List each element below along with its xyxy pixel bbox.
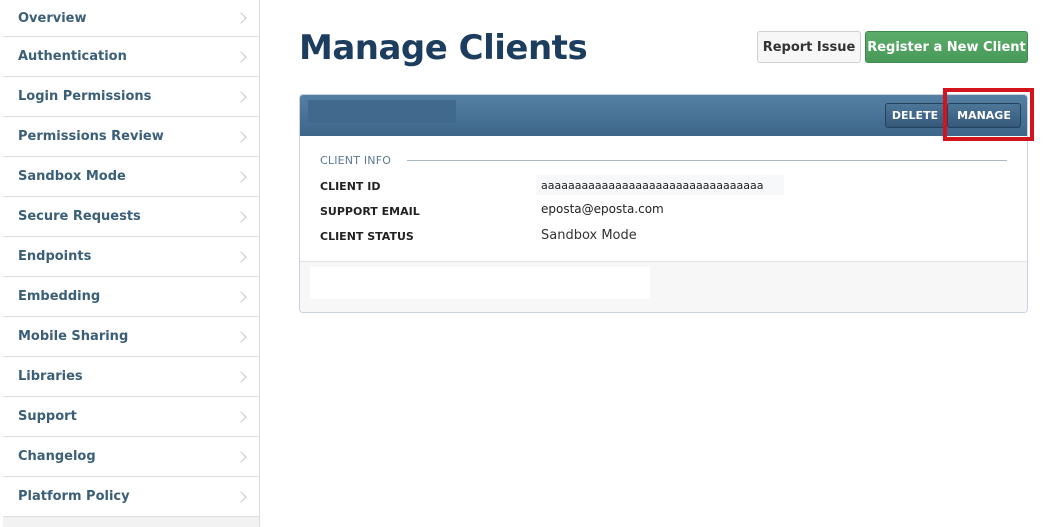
footer-redacted-area [310, 267, 650, 299]
chevron-right-icon [235, 170, 247, 183]
sidebar-item-platform-policy[interactable]: Platform Policy [3, 477, 259, 517]
client-panel-footer [300, 261, 1027, 312]
divider [407, 160, 1007, 161]
sidebar-item-overview[interactable]: Overview [3, 0, 259, 37]
chevron-right-icon [235, 370, 247, 383]
sidebar-item-label: Secure Requests [18, 209, 141, 224]
sidebar-item-sandbox-mode[interactable]: Sandbox Mode [3, 157, 259, 197]
client-name-redacted [308, 100, 456, 123]
client-info-heading: CLIENT INFO [320, 154, 392, 167]
sidebar-item-label: Permissions Review [18, 129, 164, 144]
sidebar-item-label: Sandbox Mode [18, 169, 126, 184]
sidebar: Overview Authentication Login Permission… [3, 0, 260, 527]
chevron-right-icon [235, 12, 247, 24]
client-id-label: CLIENT ID [320, 180, 381, 193]
sidebar-item-label: Endpoints [18, 249, 92, 264]
page-title: Manage Clients [299, 28, 588, 68]
delete-button[interactable]: DELETE [885, 103, 945, 128]
sidebar-item-label: Overview [18, 10, 87, 26]
sidebar-item-label: Mobile Sharing [18, 329, 129, 344]
sidebar-item-changelog[interactable]: Changelog [3, 437, 259, 477]
chevron-right-icon [235, 50, 247, 63]
chevron-right-icon [235, 210, 247, 223]
support-email-label: SUPPORT EMAIL [320, 205, 420, 218]
sidebar-item-permissions-review[interactable]: Permissions Review [3, 117, 259, 157]
sidebar-item-libraries[interactable]: Libraries [3, 357, 259, 397]
sidebar-item-label: Login Permissions [18, 89, 152, 104]
sidebar-item-label: Embedding [18, 289, 101, 304]
sidebar-item-endpoints[interactable]: Endpoints [3, 237, 259, 277]
sidebar-item-label: Libraries [18, 369, 83, 384]
sidebar-item-mobile-sharing[interactable]: Mobile Sharing [3, 317, 259, 357]
sidebar-item-label: Authentication [18, 49, 127, 64]
client-panel: DELETE MANAGE CLIENT INFO CLIENT ID aaaa… [299, 94, 1028, 313]
chevron-right-icon [235, 450, 247, 463]
sidebar-item-authentication[interactable]: Authentication [3, 37, 259, 77]
register-new-client-button[interactable]: Register a New Client [865, 31, 1028, 63]
chevron-right-icon [235, 290, 247, 303]
sidebar-item-label: Changelog [18, 449, 96, 464]
chevron-right-icon [235, 330, 247, 343]
client-id-value: aaaaaaaaaaaaaaaaaaaaaaaaaaaaaaaaa [541, 179, 764, 192]
chevron-right-icon [235, 410, 247, 423]
chevron-right-icon [235, 490, 247, 503]
client-panel-header: DELETE MANAGE [300, 95, 1027, 136]
report-issue-button[interactable]: Report Issue [757, 31, 861, 63]
client-status-label: CLIENT STATUS [320, 230, 414, 243]
chevron-right-icon [235, 250, 247, 263]
sidebar-item-support[interactable]: Support [3, 397, 259, 437]
chevron-right-icon [235, 130, 247, 143]
sidebar-item-secure-requests[interactable]: Secure Requests [3, 197, 259, 237]
manage-button[interactable]: MANAGE [947, 103, 1021, 128]
sidebar-item-label: Support [18, 409, 77, 424]
chevron-right-icon [235, 90, 247, 103]
sidebar-item-label: Platform Policy [18, 489, 130, 504]
support-email-value: eposta@eposta.com [541, 202, 664, 216]
sidebar-item-login-permissions[interactable]: Login Permissions [3, 77, 259, 117]
client-status-value: Sandbox Mode [541, 228, 637, 243]
sidebar-item-embedding[interactable]: Embedding [3, 277, 259, 317]
